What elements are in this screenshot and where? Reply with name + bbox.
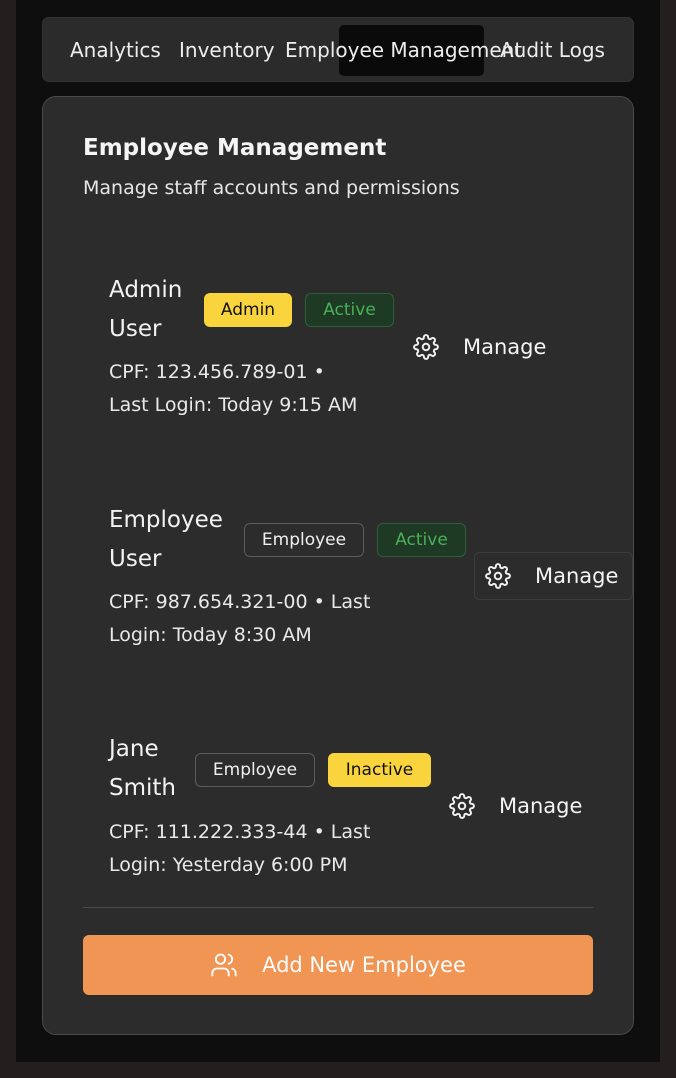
employee-name: Jane Smith [109, 730, 209, 808]
employee-meta: CPF: 123.456.789-01 • Last Login: Today … [109, 356, 409, 422]
page-subtitle: Manage staff accounts and permissions [83, 177, 460, 199]
tab-bar: Analytics Inventory Employee Management … [42, 17, 634, 82]
status-badge: Inactive [328, 753, 431, 787]
manage-button[interactable]: Manage [439, 782, 599, 830]
manage-button[interactable]: Manage [403, 323, 563, 371]
manage-button-label: Manage [535, 564, 619, 588]
employee-name: Admin User [109, 271, 209, 349]
gear-icon [449, 793, 475, 819]
manage-button[interactable]: Manage [474, 552, 633, 600]
manage-button-label: Manage [499, 794, 583, 818]
tab-audit-logs[interactable]: Audit Logs [500, 38, 605, 62]
role-badge: Employee [195, 753, 315, 787]
tab-analytics[interactable]: Analytics [70, 38, 161, 62]
employee-name-line: Jane [109, 736, 159, 762]
users-icon [211, 953, 237, 977]
employee-cpf: CPF: 111.222.333-44 • Last [109, 821, 371, 843]
employee-meta: CPF: 111.222.333-44 • Last Login: Yester… [109, 816, 429, 882]
employee-last-login: Last Login: Today 9:15 AM [109, 394, 358, 416]
employee-last-login: Login: Yesterday 6:00 PM [109, 854, 348, 876]
gear-icon [485, 563, 511, 589]
tab-employee-management[interactable]: Employee Management [285, 38, 522, 62]
page-title: Employee Management [83, 135, 387, 161]
employee-name-line: User [109, 546, 162, 572]
role-badge: Employee [244, 523, 364, 557]
divider [83, 907, 593, 908]
role-badge: Admin [204, 293, 292, 327]
employee-cpf: CPF: 123.456.789-01 • [109, 361, 325, 383]
manage-button-label: Manage [463, 335, 547, 359]
status-badge: Active [305, 293, 394, 327]
employee-name-line: Admin [109, 277, 183, 303]
gear-icon [413, 334, 439, 360]
employee-name-line: Smith [109, 775, 176, 801]
tab-inventory[interactable]: Inventory [179, 38, 275, 62]
add-employee-button-label: Add New Employee [262, 953, 466, 977]
employee-name: Employee User [109, 501, 239, 579]
employee-name-line: Employee [109, 507, 223, 533]
employee-meta: CPF: 987.654.321-00 • Last Login: Today … [109, 586, 439, 652]
status-badge: Active [377, 523, 466, 557]
add-employee-button[interactable]: Add New Employee [83, 935, 593, 995]
employee-name-line: User [109, 316, 162, 342]
employee-management-panel: Employee Management Manage staff account… [42, 96, 634, 1035]
employee-last-login: Login: Today 8:30 AM [109, 624, 312, 646]
employee-cpf: CPF: 987.654.321-00 • Last [109, 591, 371, 613]
